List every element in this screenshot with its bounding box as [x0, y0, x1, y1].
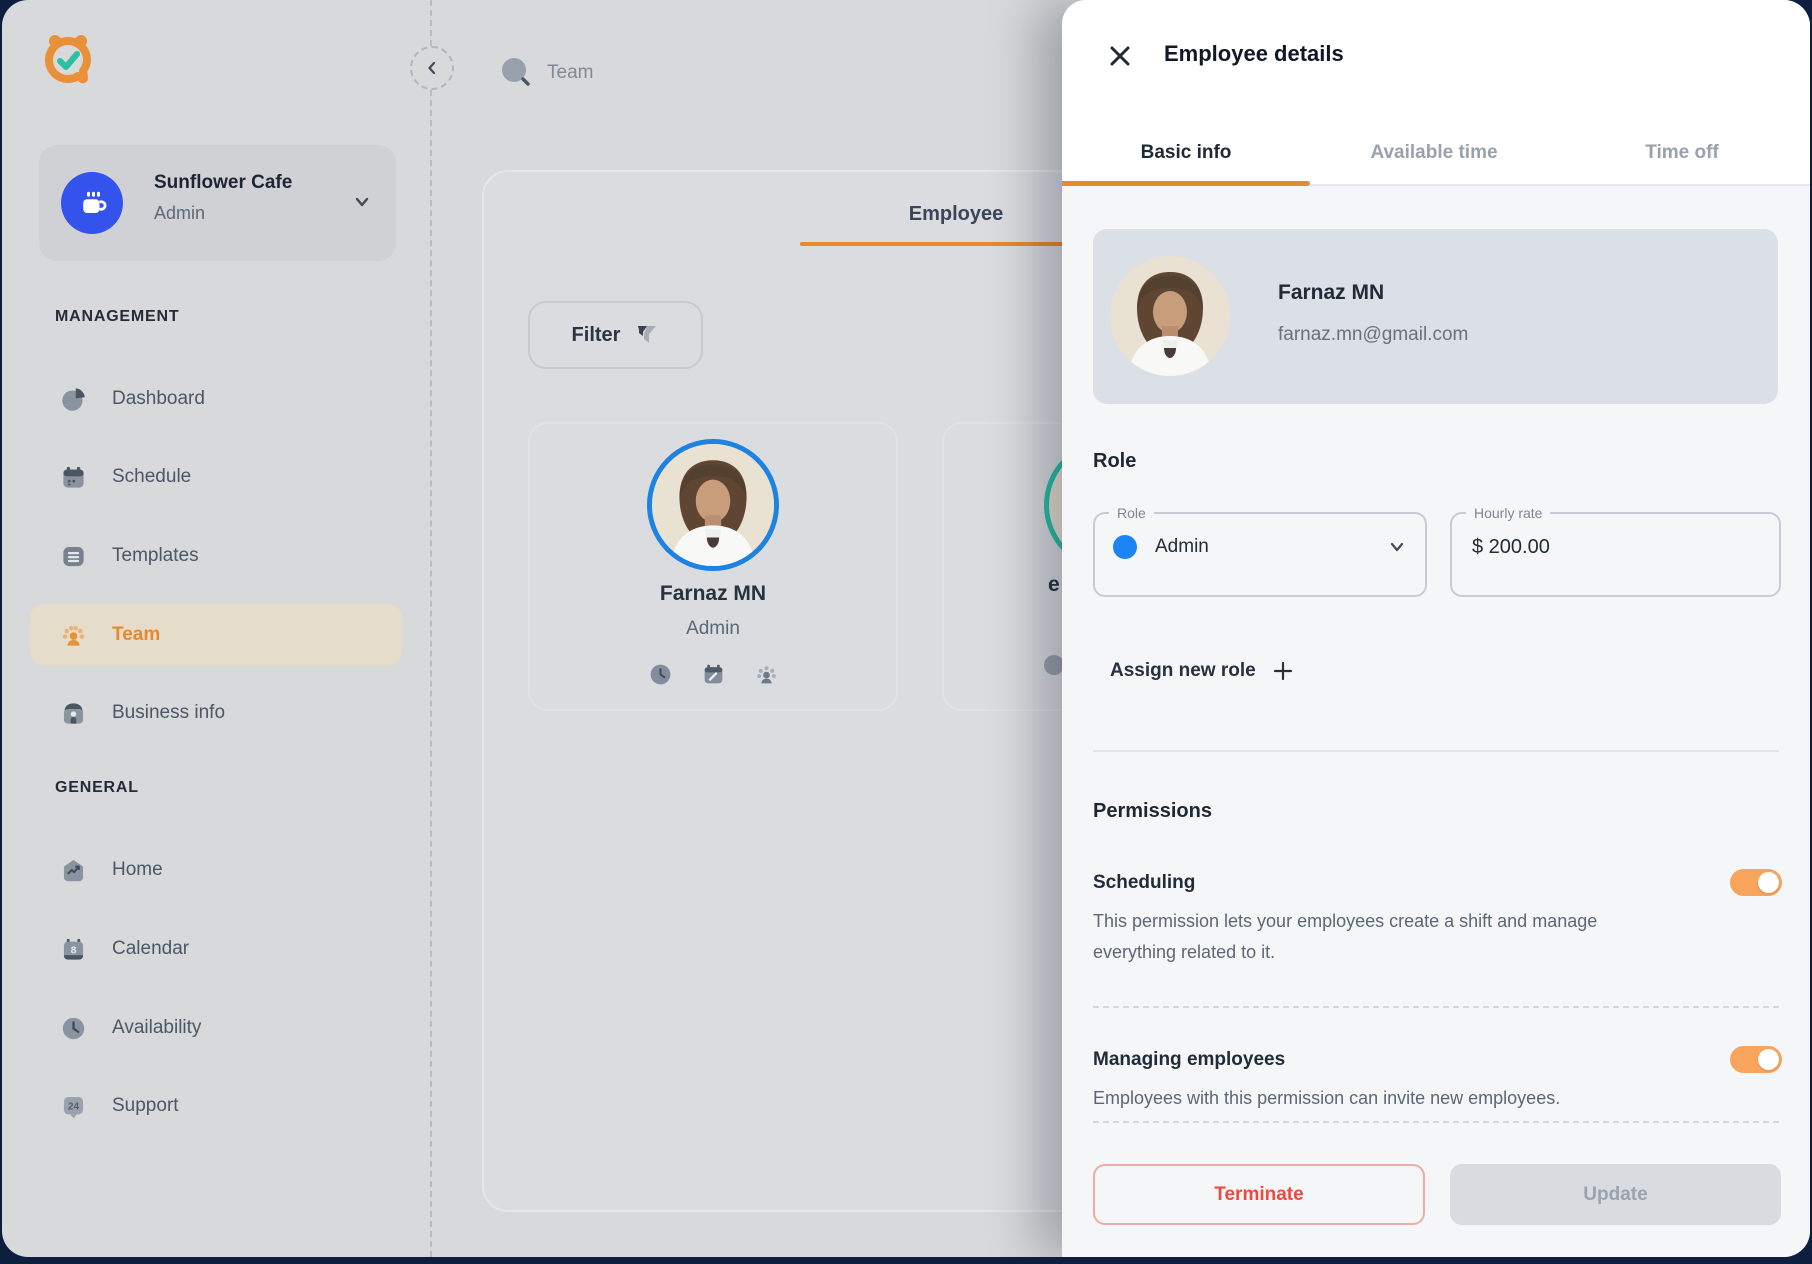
- terminate-button[interactable]: Terminate: [1093, 1164, 1425, 1225]
- app-window: Sunflower Cafe Admin MANAGEMENT Dashboar…: [2, 0, 1810, 1257]
- sidebar-divider: [430, 0, 432, 1257]
- coffee-cup-icon: [77, 188, 107, 218]
- sidebar-item-templates[interactable]: Templates: [30, 525, 402, 587]
- search-icon: [499, 56, 533, 90]
- profile-name: Farnaz MN: [1278, 281, 1384, 305]
- role-section-heading: Role: [1093, 450, 1136, 473]
- section-divider: [1093, 750, 1779, 752]
- sidebar-item-team[interactable]: Team: [30, 604, 402, 666]
- filter-button[interactable]: Filter: [528, 301, 703, 369]
- support-badge-text: 24: [68, 1101, 80, 1112]
- breadcrumb-label: Team: [547, 62, 593, 84]
- sidebar-item-home[interactable]: Home: [30, 839, 402, 901]
- employee-details-panel: Employee details Basic info Available ti…: [1062, 0, 1810, 1257]
- tab-time-off[interactable]: Time off: [1558, 142, 1806, 164]
- toggle-knob: [1758, 1049, 1779, 1070]
- sidebar-section-management: MANAGEMENT: [55, 308, 179, 326]
- permission-scheduling-toggle[interactable]: [1730, 869, 1782, 896]
- permission-managing-description: Employees with this permission can invit…: [1093, 1083, 1673, 1114]
- filter-button-label: Filter: [572, 324, 621, 347]
- business-icon: [60, 700, 87, 727]
- support-badge-icon: 24: [60, 1093, 87, 1120]
- panel-title: Employee details: [1164, 41, 1344, 67]
- calendar-icon: [60, 464, 87, 491]
- workspace-role: Admin: [154, 203, 205, 224]
- employee-avatar-photo: [652, 444, 774, 566]
- tab-available-time[interactable]: Available time: [1310, 142, 1558, 164]
- sidebar-item-business-info[interactable]: Business info: [30, 682, 402, 744]
- funnel-icon: [635, 323, 659, 347]
- sidebar-item-label: Dashboard: [112, 388, 205, 410]
- chevron-down-icon: [1387, 537, 1407, 557]
- templates-icon: [60, 543, 87, 570]
- chevron-left-icon: [424, 60, 440, 76]
- team-members-icon[interactable]: [754, 662, 779, 687]
- sidebar-item-schedule[interactable]: Schedule: [30, 446, 402, 508]
- sidebar-item-label: Availability: [112, 1017, 201, 1039]
- pie-chart-icon: [60, 386, 87, 413]
- sidebar-item-support[interactable]: 24 Support: [30, 1075, 402, 1137]
- employee-avatar-ring: [647, 439, 779, 571]
- permission-divider: [1093, 1121, 1779, 1123]
- workspace-avatar: [61, 172, 123, 234]
- sidebar-item-dashboard[interactable]: Dashboard: [30, 368, 402, 430]
- permission-managing-toggle[interactable]: [1730, 1046, 1782, 1073]
- employee-card-role: Admin: [530, 618, 896, 640]
- assign-new-role-label: Assign new role: [1110, 660, 1256, 682]
- tab-basic-info[interactable]: Basic info: [1062, 142, 1310, 164]
- role-select-value: Admin: [1155, 536, 1209, 558]
- employee-card-partial-icon: [1044, 655, 1064, 675]
- sidebar-item-label: Templates: [112, 545, 199, 567]
- plus-icon: [1272, 660, 1294, 682]
- sidebar-section-general: GENERAL: [55, 779, 139, 797]
- permission-divider: [1093, 1006, 1779, 1008]
- sidebar-item-label: Schedule: [112, 466, 191, 488]
- role-select[interactable]: Role Admin: [1093, 505, 1427, 597]
- collapse-sidebar-button[interactable]: [410, 46, 454, 90]
- sidebar-item-label: Home: [112, 859, 163, 881]
- toggle-knob: [1758, 872, 1779, 893]
- sidebar: Sunflower Cafe Admin MANAGEMENT Dashboar…: [2, 0, 430, 1257]
- role-color-dot: [1113, 535, 1137, 559]
- role-select-label: Role: [1109, 505, 1154, 521]
- permission-scheduling-title: Scheduling: [1093, 872, 1195, 894]
- team-icon: [60, 622, 87, 649]
- sidebar-item-label: Business info: [112, 702, 225, 724]
- employee-card-partial-name: e: [1048, 573, 1060, 597]
- workspace-selector[interactable]: Sunflower Cafe Admin: [39, 145, 396, 261]
- permission-managing-title: Managing employees: [1093, 1049, 1285, 1071]
- calendar-badge-icon: 8: [60, 936, 87, 963]
- clock-icon: [60, 1015, 87, 1042]
- sidebar-item-availability[interactable]: Availability: [30, 997, 402, 1059]
- profile-email: farnaz.mn@gmail.com: [1278, 324, 1468, 346]
- sidebar-item-label: Calendar: [112, 938, 189, 960]
- brand-logo-alarm-check-icon: [42, 32, 94, 86]
- profile-avatar-photo: [1110, 256, 1230, 376]
- permissions-heading: Permissions: [1093, 800, 1212, 823]
- assign-new-role-button[interactable]: Assign new role: [1110, 660, 1294, 682]
- workspace-name: Sunflower Cafe: [154, 172, 292, 194]
- desktop-background: Sunflower Cafe Admin MANAGEMENT Dashboar…: [0, 0, 1812, 1264]
- employee-card-farnaz[interactable]: Farnaz MN Admin: [528, 422, 898, 711]
- calendar-badge-text: 8: [71, 945, 77, 956]
- profile-avatar: [1110, 256, 1230, 376]
- hourly-rate-input[interactable]: Hourly rate $ 200.00: [1450, 505, 1781, 597]
- edit-schedule-icon[interactable]: [701, 662, 726, 687]
- chevron-down-icon: [352, 192, 372, 212]
- availability-clock-icon[interactable]: [648, 662, 673, 687]
- sidebar-item-calendar[interactable]: 8 Calendar: [30, 918, 402, 980]
- employee-card-name: Farnaz MN: [530, 582, 896, 606]
- breadcrumb[interactable]: Team: [499, 56, 593, 90]
- close-icon[interactable]: [1105, 41, 1135, 71]
- home-icon: [60, 857, 87, 884]
- hourly-rate-value: $ 200.00: [1472, 536, 1550, 559]
- tab-basic-info-underline: [1062, 181, 1310, 186]
- hourly-rate-label: Hourly rate: [1466, 505, 1550, 521]
- employee-card-actions: [530, 662, 896, 687]
- update-button[interactable]: Update: [1450, 1164, 1781, 1225]
- sidebar-item-label: Team: [112, 624, 160, 646]
- sidebar-item-label: Support: [112, 1095, 179, 1117]
- permission-scheduling-description: This permission lets your employees crea…: [1093, 906, 1673, 968]
